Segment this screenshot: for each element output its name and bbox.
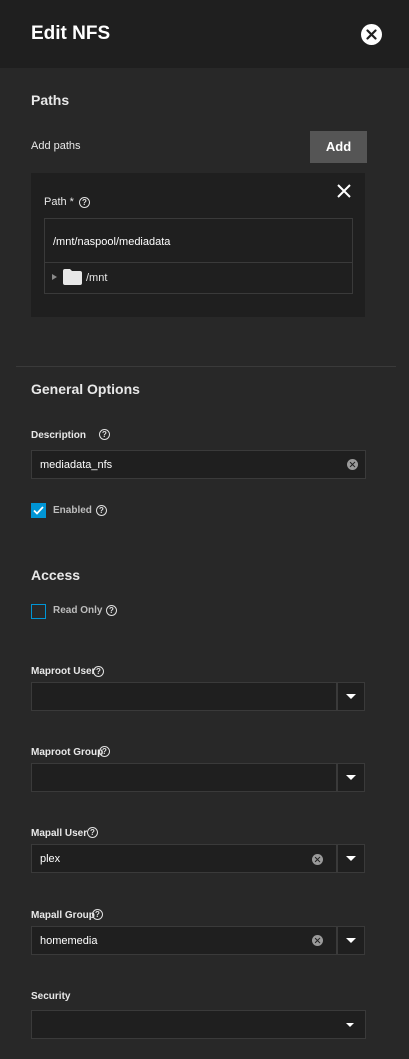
expand-arrow-icon[interactable] <box>52 274 57 280</box>
help-icon[interactable]: ? <box>99 429 110 440</box>
close-icon[interactable] <box>361 24 382 45</box>
help-icon[interactable]: ? <box>99 746 110 757</box>
clear-icon[interactable] <box>312 854 323 865</box>
general-options-section-title: General Options <box>31 381 140 397</box>
maproot-user-label: Maproot User <box>31 666 96 677</box>
remove-path-icon[interactable] <box>336 183 352 199</box>
mapall-user-label: Mapall User <box>31 828 88 839</box>
path-label: Path * <box>44 196 74 208</box>
help-icon[interactable]: ? <box>96 505 107 516</box>
file-tree-row[interactable]: /mnt <box>44 262 353 294</box>
add-paths-label: Add paths <box>31 140 81 152</box>
help-icon[interactable]: ? <box>87 827 98 838</box>
security-label: Security <box>31 991 71 1002</box>
help-icon[interactable]: ? <box>92 909 103 920</box>
help-icon[interactable]: ? <box>106 605 117 616</box>
maproot-user-dropdown[interactable] <box>337 682 365 711</box>
chevron-down-icon <box>346 856 356 861</box>
chevron-down-icon <box>346 694 356 699</box>
mapall-user-input[interactable]: plex <box>31 844 337 873</box>
mapall-group-dropdown[interactable] <box>337 926 365 955</box>
section-divider <box>16 366 396 367</box>
chevron-down-icon <box>346 775 356 780</box>
path-input[interactable]: /mnt/naspool/mediadata <box>44 218 353 263</box>
maproot-user-input[interactable] <box>31 682 337 711</box>
tree-node-label: /mnt <box>86 272 108 284</box>
form-title: Edit NFS <box>31 23 111 44</box>
add-path-button[interactable]: Add <box>310 131 367 163</box>
read-only-label: Read Only <box>53 605 103 616</box>
mapall-group-input[interactable]: homemedia <box>31 926 337 955</box>
mapall-group-label: Mapall Group <box>31 910 95 921</box>
chevron-down-icon <box>346 1023 354 1027</box>
maproot-group-dropdown[interactable] <box>337 763 365 792</box>
description-input[interactable]: mediadata_nfs <box>31 450 366 479</box>
chevron-down-icon <box>346 938 356 943</box>
help-icon[interactable]: ? <box>93 666 104 677</box>
mapall-user-dropdown[interactable] <box>337 844 365 873</box>
paths-section-title: Paths <box>31 92 70 108</box>
folder-icon <box>63 269 82 285</box>
description-label: Description <box>31 430 87 441</box>
maproot-group-input[interactable] <box>31 763 337 792</box>
clear-icon[interactable] <box>312 935 323 946</box>
enabled-label: Enabled <box>53 505 92 516</box>
read-only-checkbox[interactable] <box>31 604 46 619</box>
clear-icon[interactable] <box>347 459 358 470</box>
enabled-checkbox[interactable] <box>31 503 46 518</box>
maproot-group-label: Maproot Group <box>31 747 104 758</box>
help-icon[interactable]: ? <box>79 197 90 208</box>
security-select[interactable] <box>31 1010 366 1039</box>
form-header: Edit NFS <box>0 0 409 68</box>
access-section-title: Access <box>31 567 81 583</box>
